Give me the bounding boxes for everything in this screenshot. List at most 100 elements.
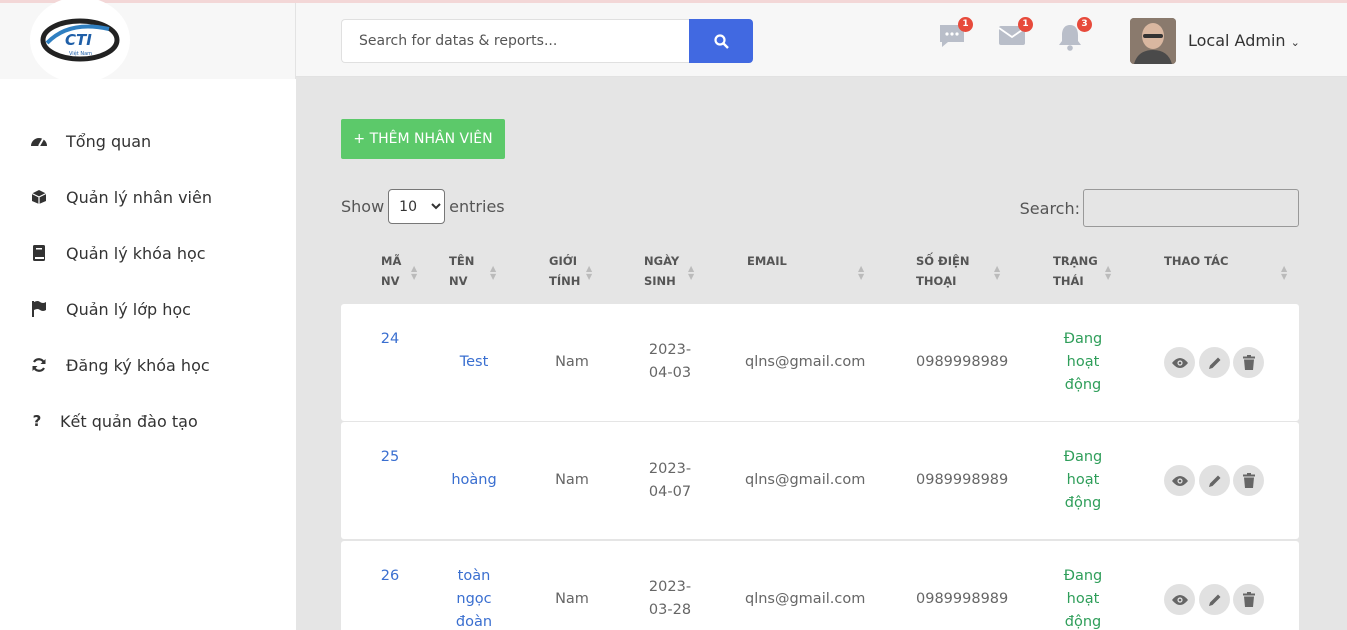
cti-logo-icon: CTI Việt Nam	[40, 18, 120, 62]
main-content: + THÊM NHÂN VIÊN Show 10 entries Search:…	[296, 77, 1347, 630]
sidebar-item-label: Quản lý lớp học	[66, 299, 191, 319]
question-icon: ?	[32, 412, 42, 430]
column-header-id[interactable]: MÃ NV	[381, 251, 401, 291]
trash-icon	[1242, 592, 1255, 607]
sort-icon[interactable]: ▲ ▼	[1281, 265, 1287, 281]
user-name: Local Admin	[1188, 31, 1286, 50]
dashboard-gauge-icon	[30, 132, 48, 150]
sort-icon[interactable]: ▲ ▼	[688, 265, 694, 281]
pencil-icon	[1208, 594, 1220, 606]
cell-phone: 0989998989	[916, 472, 1009, 488]
cell-gender: Nam	[555, 591, 589, 607]
view-button[interactable]	[1164, 347, 1195, 378]
search-icon	[713, 33, 729, 49]
view-button[interactable]	[1164, 465, 1195, 496]
entries-length-control: Show 10 entries	[341, 189, 505, 224]
cell-status: Đang hoạt động	[1063, 449, 1103, 511]
sidebar-nav: Tổng quan Quản lý nhân viên Quản lý khóa…	[0, 113, 296, 449]
pencil-icon	[1208, 357, 1220, 369]
cell-email: qlns@gmail.com	[745, 354, 866, 370]
table-search-control: Search:	[1020, 189, 1299, 227]
table-row[interactable]: 24 Test Nam 2023- 04-03 qlns@gmail.com 09…	[341, 304, 1299, 421]
column-header-dob[interactable]: NGÀY SINH	[644, 251, 679, 291]
delete-button[interactable]	[1233, 465, 1264, 496]
sort-icon[interactable]: ▲ ▼	[994, 265, 1000, 281]
sidebar-item-label: Tổng quan	[66, 131, 152, 151]
user-menu-toggle[interactable]: Local Admin ⌄	[1188, 31, 1300, 50]
svg-text:CTI: CTI	[65, 31, 92, 49]
column-header-email[interactable]: EMAIL	[747, 251, 787, 271]
entries-select[interactable]: 10	[388, 189, 446, 224]
search-button[interactable]	[689, 19, 753, 63]
cell-id[interactable]: 24	[371, 328, 409, 351]
messages-button[interactable]: 1	[938, 17, 973, 53]
column-header-name[interactable]: TÊN NV	[449, 251, 474, 291]
table-search-input[interactable]	[1083, 189, 1299, 227]
cell-name[interactable]: hoàng	[439, 469, 509, 492]
global-search	[341, 19, 753, 63]
sidebar: CTI Việt Nam Tổng quan Quản lý nhân viên…	[0, 0, 296, 630]
sidebar-item-courses[interactable]: Quản lý khóa học	[0, 225, 296, 281]
edit-button[interactable]	[1199, 584, 1230, 615]
cell-dob: 2023- 04-03	[648, 342, 692, 381]
table-search-label: Search:	[1019, 198, 1080, 218]
show-label: Show	[341, 197, 385, 216]
messages-badge: 1	[958, 17, 973, 32]
cell-gender: Nam	[555, 354, 589, 370]
chevron-down-icon: ⌄	[1290, 36, 1300, 49]
alerts-button[interactable]: 3	[1057, 17, 1092, 53]
cell-email: qlns@gmail.com	[745, 472, 866, 488]
book-icon	[30, 244, 48, 262]
cell-id[interactable]: 25	[371, 446, 409, 469]
top-header: 1 1 3 Local Admin ⌄	[296, 3, 1347, 77]
cell-dob: 2023- 03-28	[648, 579, 692, 618]
logo[interactable]: CTI Việt Nam	[30, 0, 130, 83]
global-search-input[interactable]	[341, 19, 689, 63]
cell-email: qlns@gmail.com	[745, 591, 866, 607]
svg-text:Việt Nam: Việt Nam	[69, 50, 92, 57]
cell-phone: 0989998989	[916, 591, 1009, 607]
sidebar-item-overview[interactable]: Tổng quan	[0, 113, 296, 169]
cell-name[interactable]: toàn ngọc đoàn	[439, 565, 509, 630]
cell-status: Đang hoạt động	[1063, 568, 1103, 630]
cell-id[interactable]: 26	[371, 565, 409, 588]
eye-icon	[1171, 475, 1188, 486]
sort-icon[interactable]: ▲ ▼	[490, 265, 496, 281]
brand-area: CTI Việt Nam	[0, 0, 296, 83]
delete-button[interactable]	[1233, 347, 1264, 378]
table-header: MÃ NV ▲ ▼ TÊN NV ▲ ▼ GIỚI TÍNH ▲ ▼ NGÀY SINH ▲ ▼…	[341, 249, 1299, 299]
column-header-status[interactable]: TRẠNG THÁI	[1053, 251, 1098, 291]
edit-button[interactable]	[1199, 465, 1230, 496]
cell-gender: Nam	[555, 472, 589, 488]
view-button[interactable]	[1164, 584, 1195, 615]
sort-icon[interactable]: ▲ ▼	[858, 265, 864, 281]
edit-button[interactable]	[1199, 347, 1230, 378]
sidebar-item-course-registration[interactable]: Đăng ký khóa học	[0, 337, 296, 393]
table-row[interactable]: 26 toàn ngọc đoàn Nam 2023- 03-28 qlns@gmai…	[341, 541, 1299, 630]
cell-name[interactable]: Test	[439, 351, 509, 374]
eye-icon	[1171, 357, 1188, 368]
column-header-gender[interactable]: GIỚI TÍNH	[549, 251, 580, 291]
cell-dob: 2023- 04-07	[648, 461, 692, 500]
mail-button[interactable]: 1	[998, 17, 1033, 53]
eye-icon	[1171, 594, 1188, 605]
sidebar-item-training-results[interactable]: ? Kết quản đào tạo	[0, 393, 296, 449]
column-header-actions[interactable]: THAO TÁC	[1164, 251, 1228, 271]
sort-icon[interactable]: ▲ ▼	[586, 265, 592, 281]
mail-badge: 1	[1018, 17, 1033, 32]
avatar[interactable]	[1130, 18, 1176, 64]
sidebar-item-label: Quản lý khóa học	[66, 243, 206, 263]
sidebar-item-label: Kết quản đào tạo	[60, 411, 198, 431]
box-icon	[30, 188, 48, 206]
add-employee-button[interactable]: + THÊM NHÂN VIÊN	[341, 119, 505, 159]
delete-button[interactable]	[1233, 584, 1264, 615]
sidebar-item-classes[interactable]: Quản lý lớp học	[0, 281, 296, 337]
sidebar-item-label: Đăng ký khóa học	[66, 355, 210, 375]
sort-icon[interactable]: ▲ ▼	[1105, 265, 1111, 281]
column-header-phone[interactable]: SỐ ĐIỆN THOẠI	[916, 251, 969, 291]
sidebar-item-employees[interactable]: Quản lý nhân viên	[0, 169, 296, 225]
sort-icon[interactable]: ▲ ▼	[411, 265, 417, 281]
table-row[interactable]: 25 hoàng Nam 2023- 04-07 qlns@gmail.com 0…	[341, 422, 1299, 539]
sidebar-item-label: Quản lý nhân viên	[66, 187, 212, 207]
cell-status: Đang hoạt động	[1063, 331, 1103, 393]
